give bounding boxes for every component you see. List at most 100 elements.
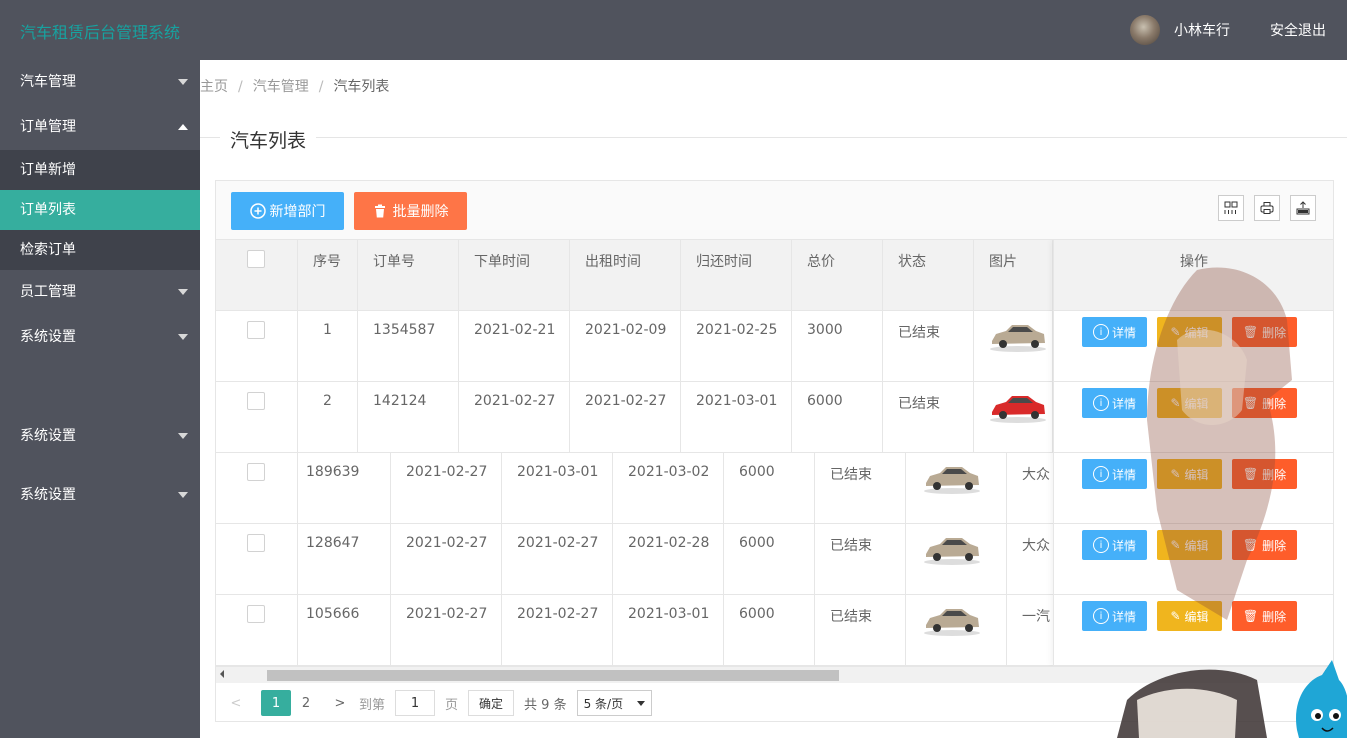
delete-button-label: 删除 — [1262, 467, 1287, 482]
sidebar-item-car-management[interactable]: 汽车管理 — [0, 60, 200, 105]
car-image[interactable] — [922, 532, 982, 566]
edit-button[interactable]: ✎ 编辑 — [1157, 530, 1222, 560]
delete-button[interactable]: 🗑 删除 — [1232, 317, 1297, 347]
breadcrumb-home[interactable]: 主页 — [200, 79, 228, 95]
select-all-checkbox[interactable] — [247, 250, 265, 268]
page-1[interactable]: 1 — [261, 690, 291, 716]
info-icon: i — [1092, 608, 1109, 624]
sidebar-item-order-search[interactable]: 检索订单 — [0, 230, 200, 270]
delete-button[interactable]: 🗑 删除 — [1232, 459, 1297, 489]
row-checkbox[interactable] — [247, 321, 265, 339]
cell-image — [906, 524, 1007, 595]
actions-row: i 详情 ✎ 编辑 🗑 删除 — [1054, 453, 1333, 524]
col-header-price[interactable]: 总价 — [792, 240, 883, 311]
per-page-select[interactable]: 5 条/页 — [576, 690, 652, 716]
car-image[interactable] — [988, 319, 1048, 353]
trash-icon: 🗑 — [1242, 396, 1259, 410]
columns-icon[interactable] — [1218, 195, 1244, 221]
info-icon: i — [1092, 324, 1109, 340]
avatar[interactable] — [1130, 15, 1160, 45]
col-header-order-time[interactable]: 下单时间 — [459, 240, 570, 311]
confirm-button[interactable]: 确定 — [468, 690, 515, 716]
sidebar-item-staff-management[interactable]: 员工管理 — [0, 270, 200, 315]
detail-button-label: 详情 — [1111, 325, 1136, 340]
scrollbar-thumb[interactable] — [267, 670, 839, 681]
col-header-image[interactable]: 图片 — [974, 240, 1053, 311]
edit-button-label: 编辑 — [1184, 325, 1209, 340]
col-header-status[interactable]: 状态 — [883, 240, 974, 311]
cell-return-time: 2021-03-01 — [681, 382, 792, 453]
table-panel: 新增部门 批量删除 序号 订单号 下单时间 出租时间 归还时间 总价 状态 图片… — [215, 180, 1334, 722]
breadcrumb-current: 汽车列表 — [333, 79, 390, 95]
cell-return-time: 2021-03-02 — [613, 453, 724, 524]
cell-image — [974, 382, 1053, 453]
cell-status: 已结束 — [883, 382, 974, 453]
sidebar-item-label: 系统设置 — [20, 428, 76, 444]
user-menu[interactable]: 小林车行 — [1130, 15, 1230, 45]
page-number-input[interactable]: 1 — [395, 690, 436, 716]
cell-index: 2 — [298, 382, 358, 453]
page-title-fieldset: 汽车列表 — [200, 126, 1347, 153]
col-header-order[interactable]: 订单号 — [358, 240, 459, 311]
next-page-icon[interactable]: > — [325, 690, 355, 716]
cell-rent-time: 2021-02-27 — [502, 595, 613, 666]
cell-return-time: 2021-02-28 — [613, 524, 724, 595]
print-icon[interactable] — [1254, 195, 1280, 221]
user-name[interactable]: 小林车行 — [1174, 20, 1230, 40]
plus-circle-icon — [249, 203, 266, 219]
horizontal-scrollbar[interactable] — [216, 666, 1333, 683]
sidebar-item-order-management[interactable]: 订单管理 — [0, 105, 200, 150]
car-image[interactable] — [988, 390, 1048, 424]
pagination: < 1 2 > 到第 1 页 确定 共 9 条 5 条/页 — [216, 683, 1333, 723]
delete-button[interactable]: 🗑 删除 — [1232, 388, 1297, 418]
row-checkbox[interactable] — [247, 463, 265, 481]
car-image[interactable] — [922, 603, 982, 637]
breadcrumb-section[interactable]: 汽车管理 — [253, 79, 309, 95]
col-header-return-time[interactable]: 归还时间 — [681, 240, 792, 311]
edit-button[interactable]: ✎ 编辑 — [1157, 459, 1222, 489]
sidebar-item-settings-3[interactable]: 系统设置 — [0, 473, 200, 518]
row-select-cell — [216, 453, 298, 524]
prev-page-icon[interactable]: < — [221, 690, 251, 716]
detail-button[interactable]: i 详情 — [1082, 388, 1147, 418]
export-icon[interactable] — [1290, 195, 1316, 221]
detail-button[interactable]: i 详情 — [1082, 530, 1147, 560]
batch-delete-button[interactable]: 批量删除 — [354, 192, 467, 230]
sidebar-item-order-list[interactable]: 订单列表 — [0, 190, 200, 230]
sidebar-item-settings[interactable]: 系统设置 — [0, 315, 200, 360]
row-select-cell — [216, 311, 298, 382]
cell-order-time: 2021-02-27 — [459, 382, 570, 453]
sidebar-item-order-add[interactable]: 订单新增 — [0, 150, 200, 190]
page-unit-label: 页 — [445, 697, 459, 713]
row-checkbox[interactable] — [247, 605, 265, 623]
edit-button[interactable]: ✎ 编辑 — [1157, 388, 1222, 418]
scroll-left-icon[interactable] — [220, 670, 224, 678]
scroll-right-icon[interactable] — [1325, 670, 1329, 678]
car-image[interactable] — [922, 461, 982, 495]
page-2[interactable]: 2 — [291, 690, 321, 716]
detail-button[interactable]: i 详情 — [1082, 317, 1147, 347]
edit-button[interactable]: ✎ 编辑 — [1157, 317, 1222, 347]
cell-status: 已结束 — [815, 524, 906, 595]
logout-link[interactable]: 安全退出 — [1270, 20, 1326, 40]
col-header-index[interactable]: 序号 — [298, 240, 358, 311]
trash-icon: 🗑 — [1242, 538, 1259, 552]
detail-button[interactable]: i 详情 — [1082, 601, 1147, 631]
select-all-cell — [216, 240, 298, 311]
cell-order-time: 2021-02-21 — [459, 311, 570, 382]
detail-button[interactable]: i 详情 — [1082, 459, 1147, 489]
row-checkbox[interactable] — [247, 392, 265, 410]
row-checkbox[interactable] — [247, 534, 265, 552]
col-header-rent-time[interactable]: 出租时间 — [570, 240, 681, 311]
delete-button[interactable]: 🗑 删除 — [1232, 601, 1297, 631]
cell-rent-time: 2021-02-27 — [570, 382, 681, 453]
edit-button[interactable]: ✎ 编辑 — [1157, 601, 1222, 631]
actions-column: 操作 i 详情 ✎ 编辑 🗑 删除 i 详情 ✎ 编辑 🗑 删除 i 详情 ✎ 编辑 🗑 删除 i… — [1053, 240, 1333, 666]
cell-price: 6000 — [724, 595, 815, 666]
edit-button-label: 编辑 — [1184, 538, 1209, 553]
delete-button[interactable]: 🗑 删除 — [1232, 530, 1297, 560]
actions-row: i 详情 ✎ 编辑 🗑 删除 — [1054, 524, 1333, 595]
add-button[interactable]: 新增部门 — [231, 192, 344, 230]
info-icon: i — [1092, 466, 1109, 482]
sidebar-item-settings-2[interactable]: 系统设置 — [0, 414, 200, 459]
